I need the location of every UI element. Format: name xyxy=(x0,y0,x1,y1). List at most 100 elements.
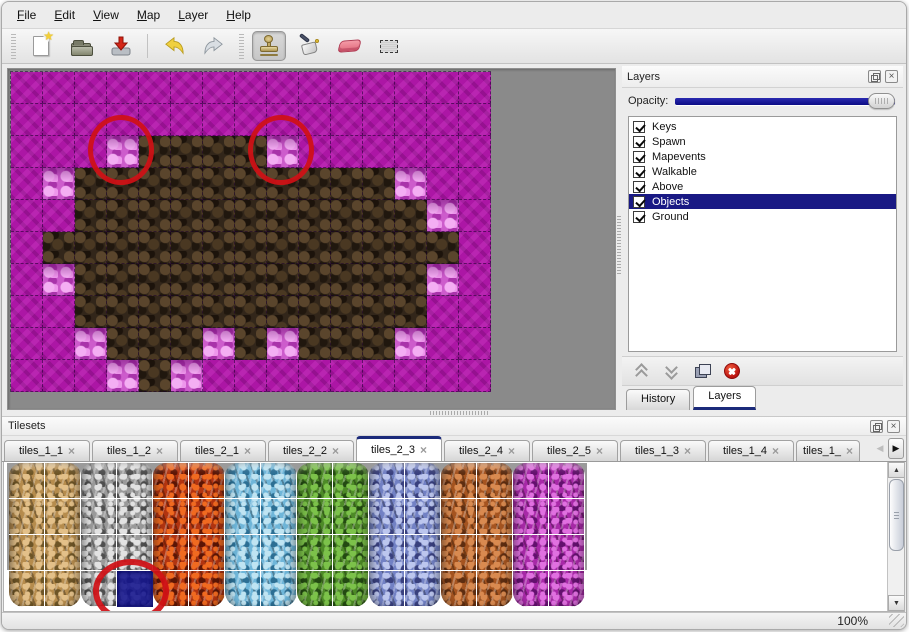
close-panel-icon[interactable]: × xyxy=(885,70,898,83)
map-tile[interactable] xyxy=(43,104,75,136)
tileset-tile[interactable] xyxy=(189,535,225,571)
tileset-tile[interactable] xyxy=(369,535,405,571)
map-tile[interactable] xyxy=(395,264,427,296)
map-tile[interactable] xyxy=(139,136,171,168)
tileset-tile[interactable] xyxy=(81,535,117,571)
tileset-tile[interactable] xyxy=(441,571,477,607)
map-tile[interactable] xyxy=(331,328,363,360)
new-file-button[interactable] xyxy=(24,31,58,61)
map-tile[interactable] xyxy=(43,168,75,200)
map-tile[interactable] xyxy=(43,72,75,104)
layer-visibility-checkbox[interactable] xyxy=(633,166,645,178)
tileset-group-periwinkle-fur[interactable] xyxy=(369,463,441,607)
tileset-tile[interactable] xyxy=(513,499,549,535)
tileset-tile[interactable] xyxy=(261,535,297,571)
tileset-tile[interactable] xyxy=(261,499,297,535)
map-tile[interactable] xyxy=(139,360,171,392)
close-tab-icon[interactable]: × xyxy=(508,446,515,456)
map-tile[interactable] xyxy=(11,168,43,200)
tileset-tile[interactable] xyxy=(117,463,153,499)
tileset-tile[interactable] xyxy=(297,571,333,607)
map-tile[interactable] xyxy=(75,360,107,392)
map-viewport[interactable] xyxy=(7,68,616,410)
map-tile[interactable] xyxy=(107,296,139,328)
select-tool-button[interactable] xyxy=(372,31,406,61)
map-tile[interactable] xyxy=(107,328,139,360)
opacity-slider[interactable] xyxy=(675,93,895,109)
map-tile[interactable] xyxy=(331,360,363,392)
tileset-tile[interactable] xyxy=(441,535,477,571)
map-tile[interactable] xyxy=(171,328,203,360)
tileset-tile[interactable] xyxy=(477,499,513,535)
tileset-view[interactable]: ▲ ▼ xyxy=(3,462,905,612)
map-tile[interactable] xyxy=(267,72,299,104)
map-tile[interactable] xyxy=(43,232,75,264)
map-tile[interactable] xyxy=(459,360,491,392)
map-tile[interactable] xyxy=(171,296,203,328)
tileset-group-magenta-fur[interactable] xyxy=(513,463,585,607)
map-tile[interactable] xyxy=(267,264,299,296)
close-tab-icon[interactable]: × xyxy=(596,446,603,456)
map-tile[interactable] xyxy=(139,104,171,136)
tileset-group-lightblue-fur[interactable] xyxy=(225,463,297,607)
map-tile[interactable] xyxy=(267,136,299,168)
map-tile[interactable] xyxy=(235,168,267,200)
map-tile[interactable] xyxy=(11,296,43,328)
map-tile[interactable] xyxy=(171,264,203,296)
tileset-tile[interactable] xyxy=(369,499,405,535)
tileset-tile[interactable] xyxy=(405,499,441,535)
tileset-group-flame-fur[interactable] xyxy=(153,463,225,607)
scroll-up-icon[interactable]: ▲ xyxy=(888,462,905,478)
menu-edit[interactable]: Edit xyxy=(45,5,84,25)
map-tile[interactable] xyxy=(43,200,75,232)
map-tile[interactable] xyxy=(427,328,459,360)
layer-row-above[interactable]: Above xyxy=(629,179,896,194)
map-tile[interactable] xyxy=(267,232,299,264)
map-tile[interactable] xyxy=(459,232,491,264)
map-tile[interactable] xyxy=(75,136,107,168)
map-tile[interactable] xyxy=(299,200,331,232)
tileset-tile[interactable] xyxy=(45,463,81,499)
redo-button[interactable] xyxy=(197,31,231,61)
tileset-tile[interactable] xyxy=(9,571,45,607)
map-tile[interactable] xyxy=(235,232,267,264)
tileset-tile[interactable] xyxy=(81,571,117,607)
map-tile[interactable] xyxy=(459,104,491,136)
tileset-tile[interactable] xyxy=(369,463,405,499)
map-tile[interactable] xyxy=(43,328,75,360)
map-tile[interactable] xyxy=(427,72,459,104)
tileset-tile[interactable] xyxy=(369,571,405,607)
layer-row-objects[interactable]: Objects xyxy=(629,194,896,209)
menu-view[interactable]: View xyxy=(84,5,128,25)
map-tile[interactable] xyxy=(427,136,459,168)
tileset-tab-tiles_1_3[interactable]: tiles_1_3× xyxy=(620,440,706,461)
map-tile[interactable] xyxy=(331,232,363,264)
tileset-tile[interactable] xyxy=(117,499,153,535)
map-tile[interactable] xyxy=(299,136,331,168)
map-tile[interactable] xyxy=(11,72,43,104)
map-tile[interactable] xyxy=(395,296,427,328)
tileset-tab-tiles_2_4[interactable]: tiles_2_4× xyxy=(444,440,530,461)
map-tile[interactable] xyxy=(427,296,459,328)
layer-visibility-checkbox[interactable] xyxy=(633,151,645,163)
map-tile[interactable] xyxy=(427,200,459,232)
close-tab-icon[interactable]: × xyxy=(772,446,779,456)
map-tile[interactable] xyxy=(107,136,139,168)
tileset-tile[interactable] xyxy=(45,535,81,571)
map-tile[interactable] xyxy=(363,72,395,104)
map-tile[interactable] xyxy=(459,136,491,168)
map-tile[interactable] xyxy=(43,360,75,392)
scroll-tabs-left-icon[interactable]: ◀ xyxy=(872,438,888,459)
map-tile[interactable] xyxy=(331,104,363,136)
map-tile[interactable] xyxy=(203,72,235,104)
menu-map[interactable]: Map xyxy=(128,5,169,25)
map-tile[interactable] xyxy=(107,104,139,136)
tileset-tile[interactable] xyxy=(549,571,585,607)
tab-history[interactable]: History xyxy=(626,389,690,410)
vertical-splitter[interactable] xyxy=(616,64,622,410)
tileset-group-green-fur[interactable] xyxy=(297,463,369,607)
tileset-tab-tiles_2_3[interactable]: tiles_2_3× xyxy=(356,436,442,461)
map-tile[interactable] xyxy=(235,296,267,328)
map-tile[interactable] xyxy=(107,168,139,200)
tileset-tab-tiles_2_1[interactable]: tiles_2_1× xyxy=(180,440,266,461)
